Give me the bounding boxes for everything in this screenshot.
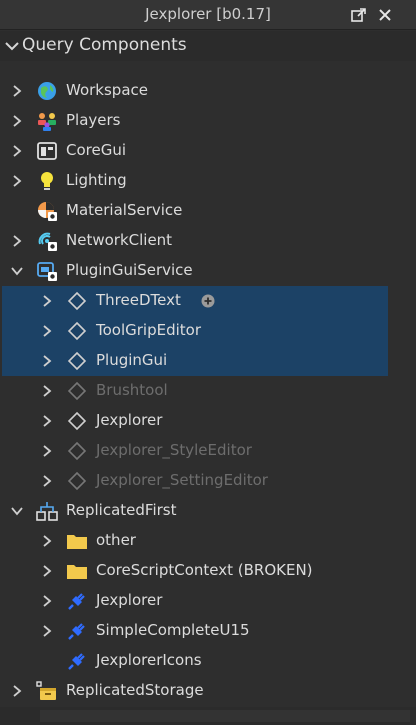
diamond-icon [67,471,87,491]
tree-row[interactable]: PluginGui [2,346,388,376]
replicated-first-icon [36,502,58,521]
plugin-icon [68,623,85,640]
tree-row[interactable]: Players [0,106,416,136]
popout-icon[interactable] [350,6,368,24]
chevron-right-icon[interactable] [40,324,54,338]
tree-row[interactable]: Jexplorer_StyleEditor [0,436,416,466]
globe-icon [38,82,56,100]
tree-row-label: ThreeDText [96,291,181,309]
chevron-down-icon[interactable] [10,264,24,278]
tree-row[interactable]: CoreScriptContext (BROKEN) [0,556,416,586]
tree-row-label: Jexplorer [96,591,163,609]
diamond-icon [67,321,87,341]
tree-row[interactable]: ReplicatedFirst [0,496,416,526]
tree-row[interactable]: ToolGripEditor [2,316,388,346]
scrollbar-thumb[interactable] [40,710,410,722]
tree-row-label: MaterialService [66,201,183,219]
diamond-icon [67,411,87,431]
tree-row-label: CoreScriptContext (BROKEN) [96,561,313,579]
tree-row-label: Brushtool [96,381,168,399]
tree-row[interactable]: Jexplorer [0,406,416,436]
plugin-icon [68,593,85,610]
players-icon [38,113,56,131]
chevron-right-icon[interactable] [40,624,54,638]
chevron-right-icon[interactable] [10,144,24,158]
tree-row[interactable]: ThreeDText [2,286,388,316]
folder-icon [67,565,87,579]
plugin-icon [68,653,85,670]
folder-icon [67,535,87,549]
query-components-header[interactable]: Query Components [0,31,416,61]
coregui-icon [37,142,57,160]
tree-row-label: Jexplorer [96,411,163,429]
chevron-right-icon[interactable] [40,384,54,398]
tree-row[interactable]: Lighting [0,166,416,196]
close-icon[interactable] [376,6,394,24]
chevron-right-icon[interactable] [40,534,54,548]
chevron-right-icon[interactable] [10,114,24,128]
chevron-right-icon[interactable] [10,684,24,698]
chevron-right-icon[interactable] [40,594,54,608]
lightbulb-icon [41,172,53,190]
tree-row[interactable]: CoreGui [0,136,416,166]
horizontal-scrollbar[interactable] [0,707,416,725]
tree-row-label: Jexplorer_SettingEditor [96,471,268,489]
section-label: Query Components [22,35,187,55]
tree-row-label: PluginGuiService [66,261,193,279]
diamond-icon [67,291,87,311]
material-icon [38,202,57,221]
chevron-right-icon[interactable] [40,414,54,428]
add-child-icon[interactable] [201,294,215,308]
diamond-icon [67,381,87,401]
diamond-icon [67,441,87,461]
tree-row[interactable]: other [0,526,416,556]
tree-row-label: Lighting [66,171,127,189]
tree-row[interactable]: Workspace [0,76,416,106]
tree-row[interactable]: PluginGuiService [0,256,416,286]
tree-row-label: ReplicatedStorage [66,681,204,699]
tree-row[interactable]: ReplicatedStorage [0,676,416,706]
tree-row-label: NetworkClient [66,231,173,249]
tree-row-label: PluginGui [96,351,168,369]
plugingui-service-icon [37,262,57,281]
tree-row[interactable]: NetworkClient [0,226,416,256]
tree-row-label: other [96,531,136,549]
tree-row[interactable]: Brushtool [0,376,416,406]
title-bar: Jexplorer [b0.17] [0,0,416,30]
tree-row[interactable]: Jexplorer_SettingEditor [0,466,416,496]
diamond-icon [67,351,87,371]
chevron-right-icon[interactable] [40,564,54,578]
tree-row-label: Jexplorer_StyleEditor [96,441,252,459]
tree-row[interactable]: JexplorerIcons [0,646,416,676]
chevron-right-icon[interactable] [10,84,24,98]
chevron-right-icon[interactable] [10,234,24,248]
replicated-storage-icon [36,681,56,700]
chevron-down-icon [5,42,19,51]
tree-row[interactable]: Jexplorer [0,586,416,616]
chevron-right-icon[interactable] [40,444,54,458]
chevron-right-icon[interactable] [40,474,54,488]
jexplorer-window: Jexplorer [b0.17] Query Components Works… [0,0,416,725]
tree-row-label: ToolGripEditor [96,321,202,339]
tree-row[interactable]: MaterialService [0,196,416,226]
tree-row-label: Workspace [66,81,148,99]
tree-row-label: Players [66,111,121,129]
network-icon [38,232,57,251]
chevron-right-icon[interactable] [40,294,54,308]
tree-row-label: CoreGui [66,141,127,159]
chevron-down-icon[interactable] [10,504,24,518]
tree-row-label: JexplorerIcons [96,651,202,669]
tree-row-label: ReplicatedFirst [66,501,177,519]
tree-row[interactable]: SimpleCompleteU15 [0,616,416,646]
tree-row-label: SimpleCompleteU15 [96,621,250,639]
chevron-right-icon[interactable] [40,354,54,368]
chevron-right-icon[interactable] [10,174,24,188]
